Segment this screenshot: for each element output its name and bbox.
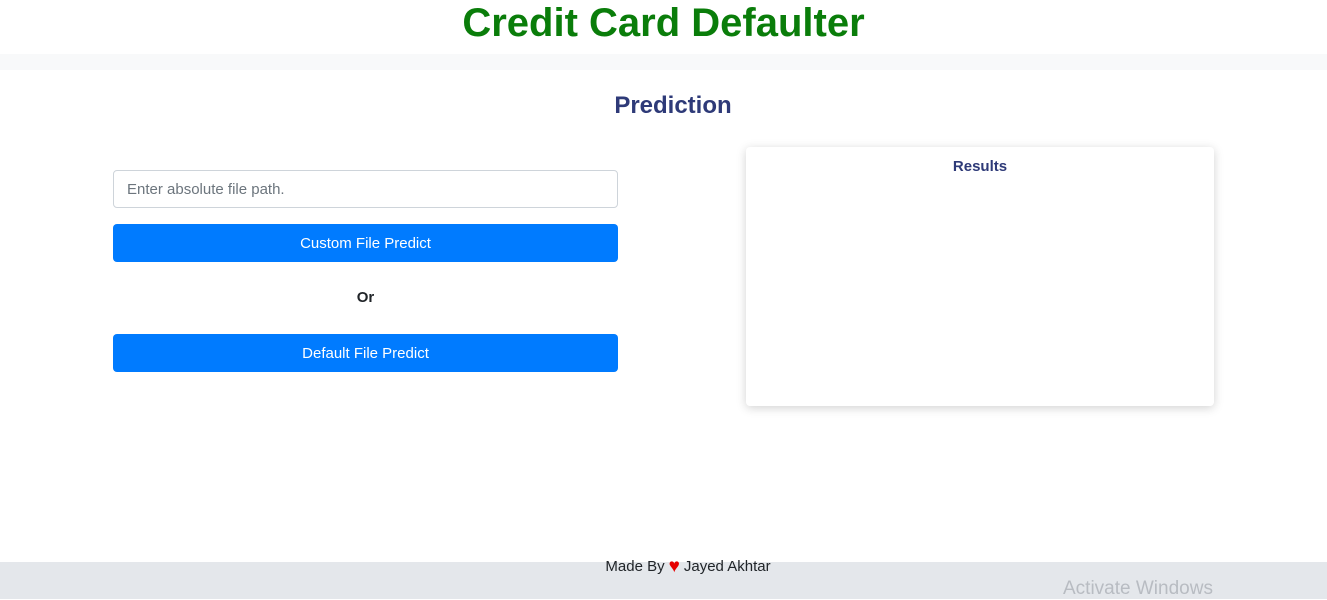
results-card: Results — [746, 147, 1214, 406]
page-header: Credit Card Defaulter — [0, 0, 1327, 54]
app-title: Credit Card Defaulter — [462, 1, 865, 45]
default-file-predict-button[interactable]: Default File Predict — [113, 334, 618, 372]
file-path-input[interactable] — [113, 170, 618, 208]
author-name: Jayed Akhtar — [683, 558, 771, 575]
footer-credit: Made By ♥ Jayed Akhtar — [0, 555, 1327, 577]
or-separator-label: Or — [356, 289, 375, 306]
made-by-label: Made By — [605, 558, 665, 575]
heart-icon: ♥ — [668, 556, 680, 577]
custom-file-predict-button[interactable]: Custom File Predict — [113, 224, 618, 262]
prediction-title: Prediction — [614, 92, 732, 119]
results-title: Results — [952, 158, 1008, 175]
header-divider — [0, 54, 1327, 70]
activate-windows-watermark: Activate Windows — [1063, 578, 1213, 599]
